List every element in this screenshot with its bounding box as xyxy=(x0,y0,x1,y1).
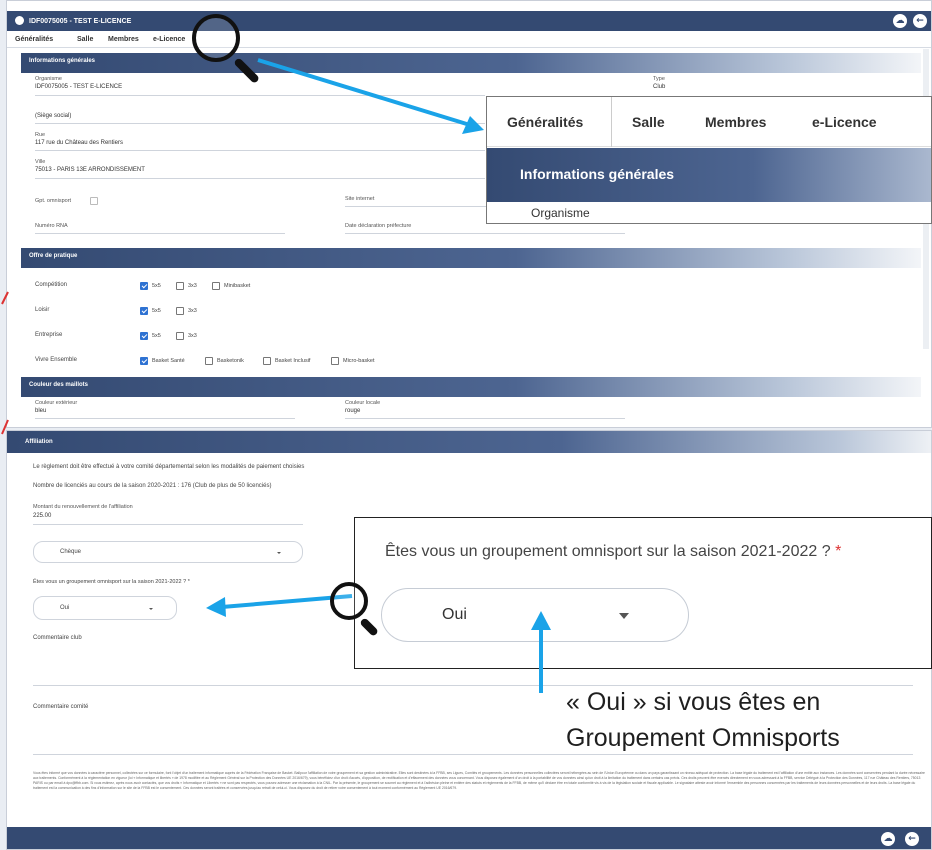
arrow-up-to-oui xyxy=(531,611,551,693)
annotation-arrows xyxy=(206,58,551,693)
magnifier-search-icon xyxy=(192,14,240,62)
arrow-to-tabs xyxy=(257,58,484,134)
magnifier-search-icon xyxy=(330,582,368,620)
